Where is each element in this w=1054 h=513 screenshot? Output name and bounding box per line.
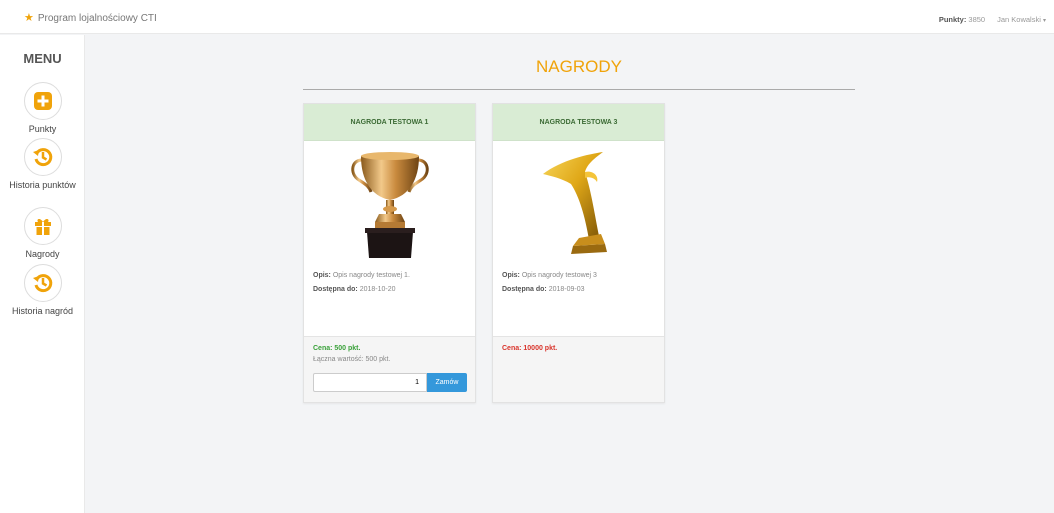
card-title: NAGRODA TESTOWA 1 [304, 104, 475, 141]
nagrody-button[interactable] [23, 207, 62, 245]
brand-text: Program lojalnościowy CTI [37, 13, 157, 24]
card-title: NAGRODA TESTOWA 3 [493, 104, 664, 141]
card-footer: Cena: 500 pkt. Łączna wartość: 500 pkt. … [304, 336, 475, 402]
sidebar-item-label: Punkty [28, 124, 57, 134]
historia-nagrod-button[interactable] [23, 264, 62, 302]
price-label: Cena: 10000 pkt. [502, 345, 558, 352]
sidebar-item-punkty[interactable]: Punkty [0, 82, 85, 135]
top-navbar: ★ Program lojalnościowy CTI Punkty: 3850… [0, 0, 1054, 34]
quantity-input[interactable] [313, 373, 427, 392]
menu-title: MENU [23, 51, 62, 66]
description-label: Opis: [502, 272, 520, 279]
availability-value: 2018-10-20 [359, 286, 396, 293]
caret-down-icon: ▾ [1042, 18, 1046, 24]
user-menu[interactable]: Jan Kowalski ▾ [997, 15, 1046, 24]
reward-card: NAGRODA TESTOWA 1 Opis: Opis nagrody tes… [303, 103, 476, 403]
price-label: Cena: 500 pkt. [313, 345, 361, 352]
star-icon: ★ [24, 12, 34, 24]
history-icon [32, 274, 52, 293]
points-display: Punkty: 3850 [939, 15, 985, 24]
history-icon [32, 148, 52, 167]
sidebar-item-label: Nagrody [25, 249, 60, 259]
plus-square-icon [33, 92, 52, 110]
sidebar-item-label: Historia nagród [11, 306, 74, 316]
title-divider [303, 89, 855, 90]
brand-link[interactable]: ★ Program lojalnościowy CTI [24, 12, 157, 25]
availability-row: Dostępna do: 2018-10-20 [313, 286, 466, 293]
trophy-cup-image [304, 141, 475, 269]
card-info: Opis: Opis nagrody testowej 3 Dostępna d… [493, 269, 664, 293]
punkty-button[interactable] [23, 82, 62, 120]
description-row: Opis: Opis nagrody testowej 3 [502, 272, 655, 279]
availability-value: 2018-09-03 [548, 286, 585, 293]
sidebar-item-historia-punktow[interactable]: Historia punktów [0, 138, 85, 191]
availability-row: Dostępna do: 2018-09-03 [502, 286, 655, 293]
order-form: Zamów [313, 373, 467, 392]
description-value: Opis nagrody testowej 1. [332, 272, 410, 279]
availability-label: Dostępna do: [502, 286, 547, 293]
reward-card: NAGRODA TESTOWA 3 Opis: Opis nagrody tes… [492, 103, 665, 403]
description-label: Opis: [313, 272, 331, 279]
sidebar-item-historia-nagrod[interactable]: Historia nagród [0, 264, 85, 317]
gold-statuette-image [493, 141, 664, 269]
description-value: Opis nagrody testowej 3 [521, 272, 597, 279]
sidebar-item-nagrody[interactable]: Nagrody [0, 207, 85, 260]
points-value: 3850 [968, 15, 986, 24]
historia-punktow-button[interactable] [23, 138, 62, 176]
points-label: Punkty: [938, 15, 967, 24]
total-value-label: Łączna wartość: 500 pkt. [313, 356, 391, 363]
sidebar: MENU Punkty Historia punktów Nagrody His… [0, 35, 85, 513]
sidebar-item-label: Historia punktów [9, 180, 76, 190]
description-row: Opis: Opis nagrody testowej 1. [313, 272, 466, 279]
availability-label: Dostępna do: [313, 286, 358, 293]
page-title: NAGRODY [536, 57, 622, 76]
user-name: Jan Kowalski [997, 15, 1041, 24]
navbar-right: Punkty: 3850 Jan Kowalski ▾ [939, 15, 1046, 24]
card-info: Opis: Opis nagrody testowej 1. Dostępna … [304, 269, 475, 293]
gift-icon [34, 218, 51, 235]
card-footer: Cena: 10000 pkt. [493, 336, 664, 402]
order-button[interactable]: Zamów [427, 373, 467, 392]
